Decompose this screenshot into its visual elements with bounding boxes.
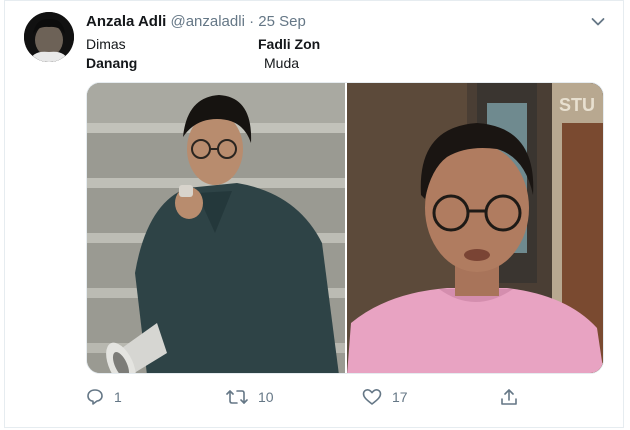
tweet-text-right-top: Fadli Zon	[258, 36, 321, 52]
retweet-button[interactable]: 10	[226, 388, 274, 406]
tweet-media[interactable]: STU	[86, 82, 604, 374]
like-count: 17	[392, 389, 408, 405]
tweet-text-right-bottom: Muda	[264, 55, 300, 71]
tweet-text-left-bottom: Danang	[86, 55, 138, 71]
retweet-count: 10	[258, 389, 274, 405]
photo-right[interactable]: STU	[347, 83, 603, 373]
reply-button[interactable]: 1	[86, 388, 122, 406]
separator-dot: ·	[249, 13, 255, 30]
reply-icon	[86, 388, 104, 406]
like-button[interactable]: 17	[362, 388, 408, 406]
chevron-down-icon[interactable]	[588, 12, 608, 32]
share-icon	[500, 388, 518, 406]
tweet-text-left-top: Dimas	[86, 36, 126, 52]
heart-icon	[362, 388, 382, 406]
share-button[interactable]	[500, 388, 518, 406]
reply-count: 1	[114, 389, 122, 405]
retweet-icon	[226, 388, 248, 406]
tweet-actions: 1 10 17	[86, 388, 526, 412]
author-name[interactable]: Anzala Adli	[86, 13, 166, 30]
tweet-header: Anzala Adli @anzaladli · 25 Sep	[86, 12, 306, 32]
author-handle[interactable]: @anzaladli	[170, 13, 244, 30]
avatar[interactable]	[24, 12, 74, 62]
tweet-date[interactable]: 25 Sep	[258, 13, 306, 30]
svg-text:STU: STU	[559, 95, 595, 115]
photo-left[interactable]	[87, 83, 345, 373]
